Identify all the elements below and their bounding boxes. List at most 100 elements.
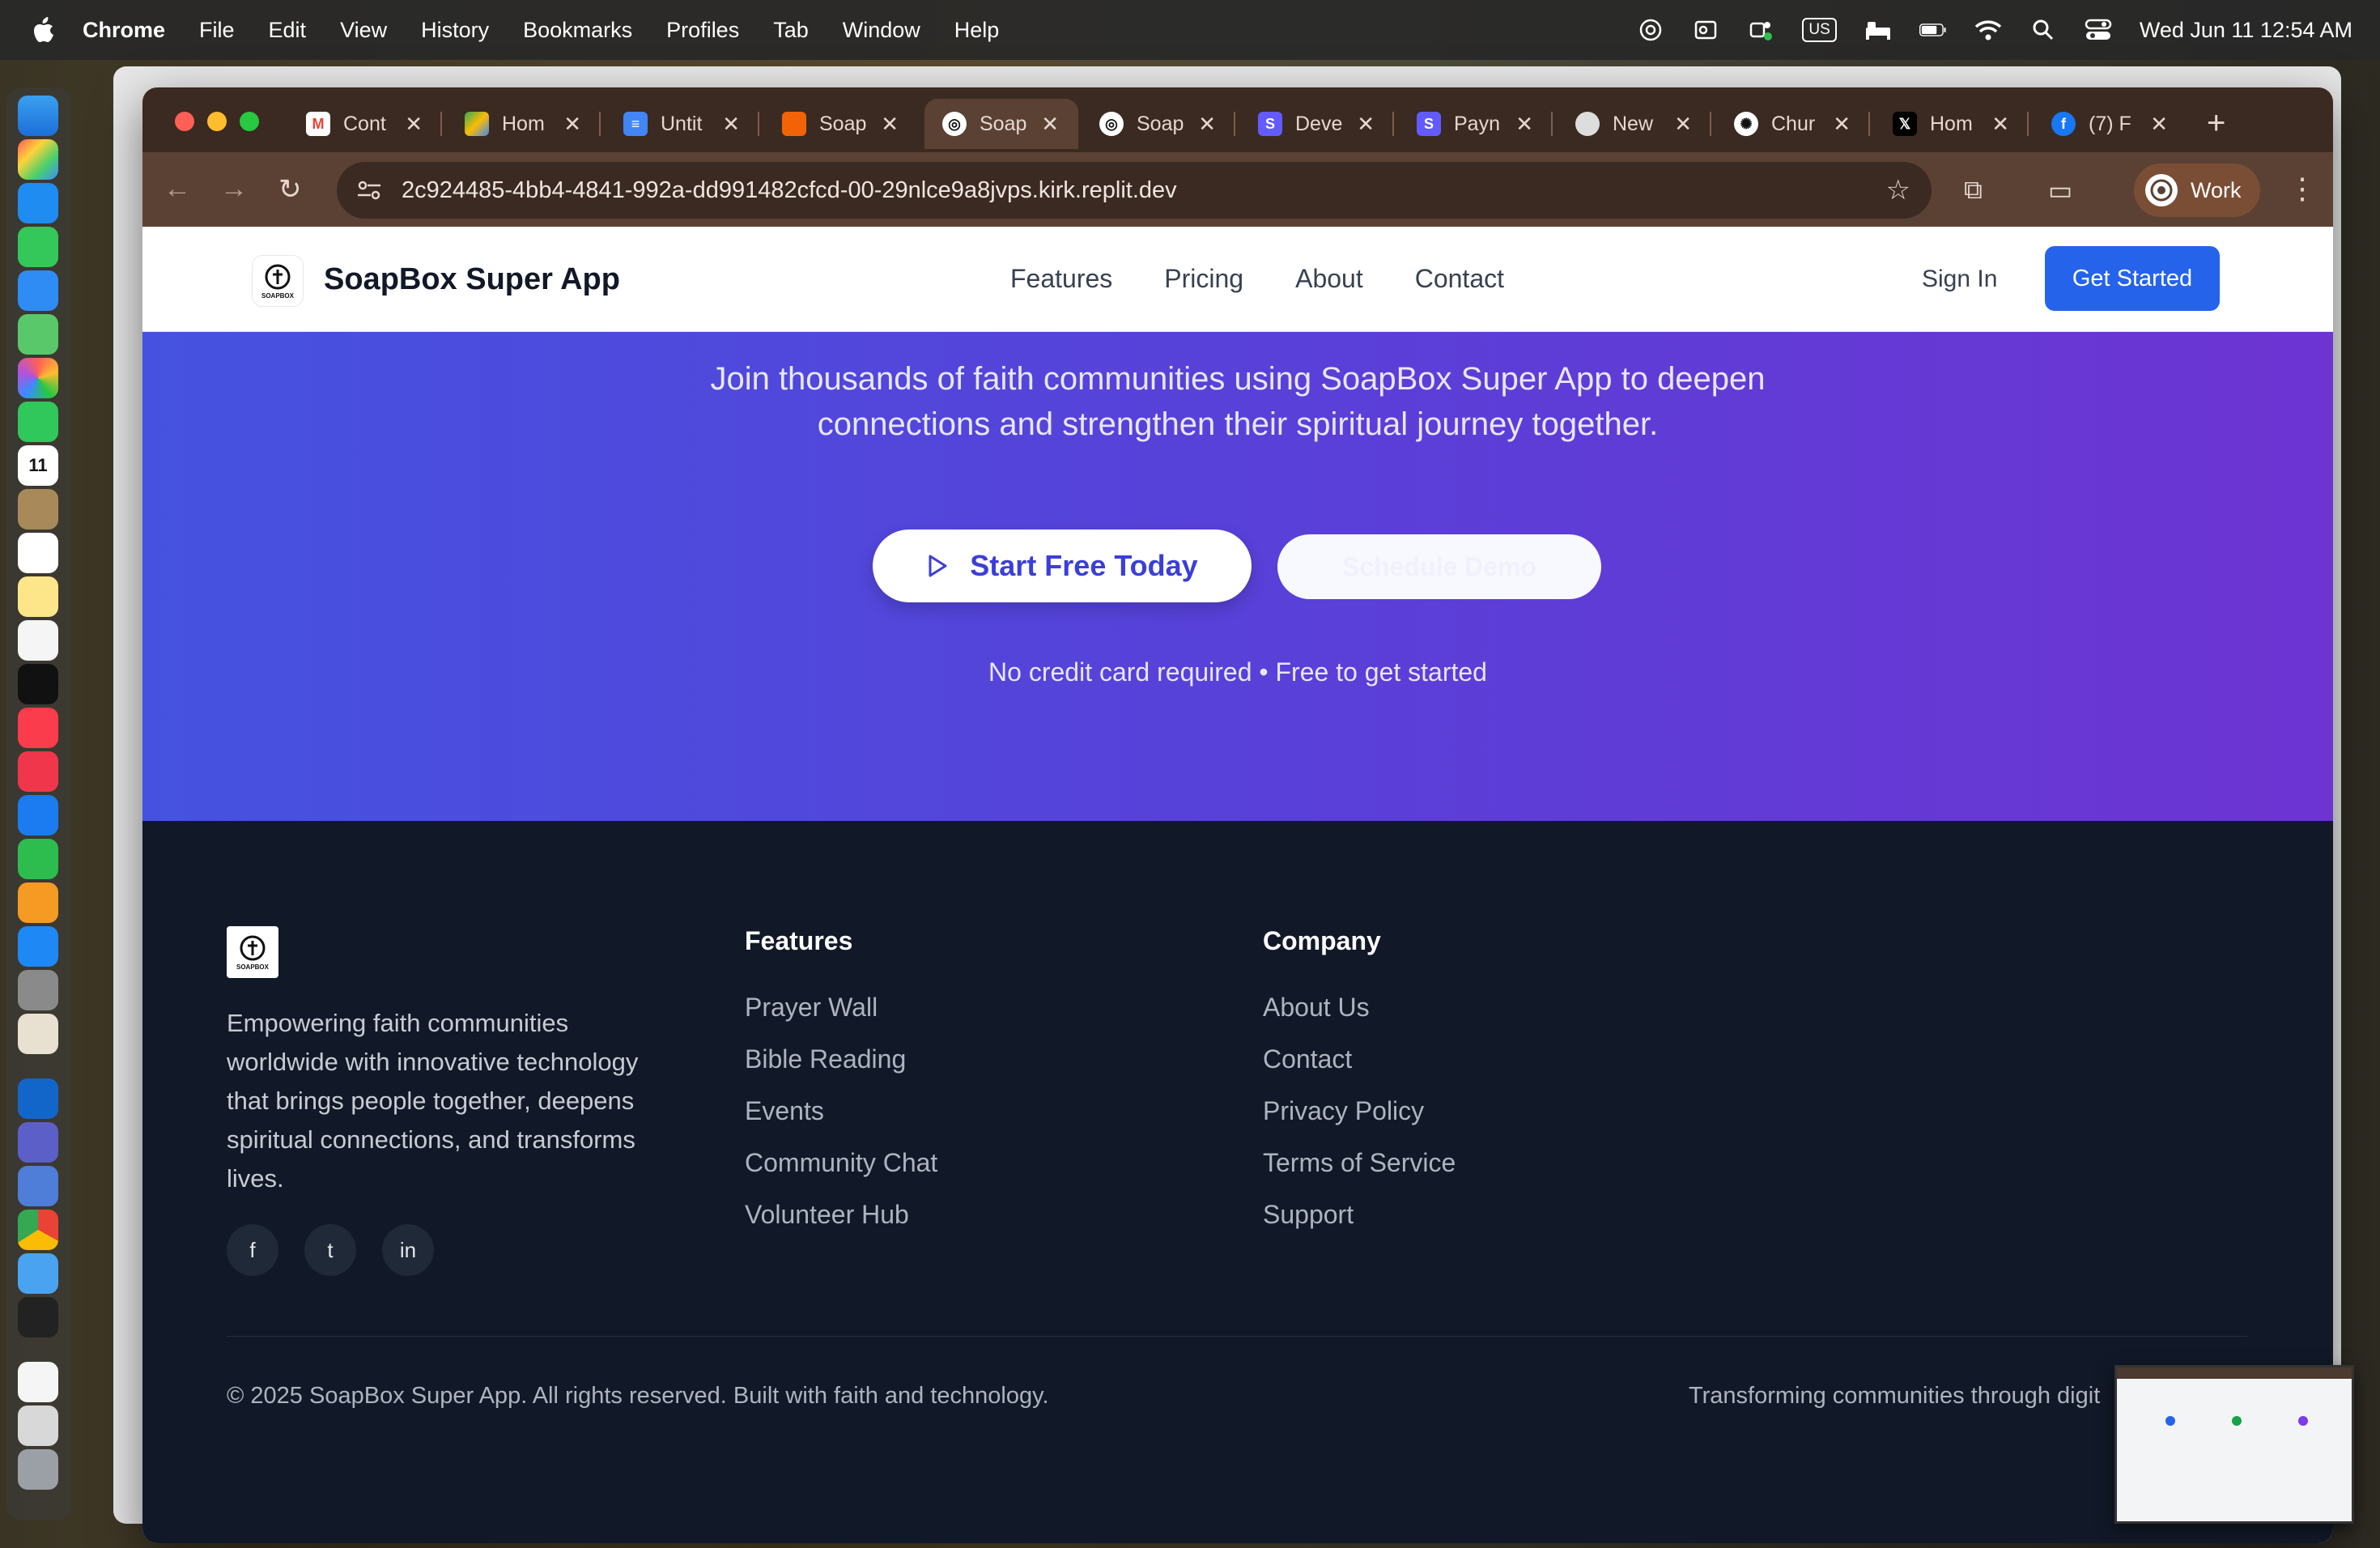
start-free-button[interactable]: Start Free Today <box>873 529 1252 602</box>
sign-in-link[interactable]: Sign In <box>1922 266 1997 293</box>
document-icon[interactable] <box>18 1362 58 1402</box>
nav-contact[interactable]: Contact <box>1415 264 1504 294</box>
nav-about[interactable]: About <box>1295 264 1363 294</box>
downloads-stack-icon[interactable] <box>18 1406 58 1446</box>
maps-icon[interactable] <box>18 314 58 355</box>
close-tab-icon[interactable]: ✕ <box>2150 112 2168 137</box>
close-window-icon[interactable] <box>175 112 194 131</box>
at-sign-status-icon[interactable] <box>1637 18 1664 42</box>
teams-icon[interactable] <box>18 1122 58 1163</box>
numbers-icon[interactable] <box>18 839 58 879</box>
menu-tab[interactable]: Tab <box>773 18 809 43</box>
get-started-button[interactable]: Get Started <box>2045 246 2220 311</box>
freeform-icon[interactable] <box>18 620 58 661</box>
tab-facebook[interactable]: f (7) F ✕ <box>2034 99 2187 149</box>
soapbox-logo[interactable]: SOAPBOX <box>253 256 303 306</box>
tab-stripe-payments[interactable]: S Payn ✕ <box>1399 99 1553 149</box>
cast-tab-icon[interactable]: ▭ <box>2048 175 2072 206</box>
trash-icon[interactable] <box>18 1449 58 1490</box>
footer-link-events[interactable]: Events <box>745 1096 824 1126</box>
terminal-icon[interactable] <box>18 1297 58 1337</box>
tab-replit[interactable]: Soap ✕ <box>764 99 918 149</box>
tab-stripe-dev[interactable]: S Deve ✕ <box>1240 99 1394 149</box>
pages-icon[interactable] <box>18 882 58 923</box>
menu-file[interactable]: File <box>199 18 235 43</box>
footer-link-about-us[interactable]: About Us <box>1263 993 1370 1023</box>
address-bar[interactable]: 2c924485-4bb4-4841-992a-dd991482cfcd-00-… <box>337 162 1932 219</box>
iphone-mirroring-icon[interactable] <box>18 1014 58 1054</box>
wifi-icon[interactable] <box>1974 18 2002 42</box>
footer-logo[interactable]: SOAPBOX <box>227 926 278 978</box>
menu-window[interactable]: Window <box>843 18 920 43</box>
bookmark-star-icon[interactable]: ☆ <box>1886 174 1910 206</box>
close-tab-icon[interactable]: ✕ <box>405 112 423 137</box>
remote-desktop-icon[interactable] <box>18 1166 58 1206</box>
close-tab-icon[interactable]: ✕ <box>881 112 899 137</box>
twitter-social-button[interactable]: t <box>304 1224 356 1276</box>
menu-app-name[interactable]: Chrome <box>83 18 165 43</box>
safari-icon[interactable] <box>18 183 58 223</box>
system-settings-icon[interactable] <box>18 970 58 1010</box>
zoom-window-icon[interactable] <box>240 112 259 131</box>
apple-menu-icon[interactable] <box>34 16 58 44</box>
close-tab-icon[interactable]: ✕ <box>722 112 740 137</box>
apple-tv-icon[interactable] <box>18 664 58 704</box>
preview-icon[interactable] <box>18 1253 58 1294</box>
chrome-menu-icon[interactable]: ⋮ <box>2288 172 2317 206</box>
music-icon[interactable] <box>18 708 58 748</box>
footer-link-prayer-wall[interactable]: Prayer Wall <box>745 993 878 1023</box>
notes-icon[interactable] <box>18 576 58 617</box>
news-icon[interactable] <box>18 751 58 792</box>
reload-icon[interactable]: ↻ <box>278 173 302 206</box>
new-tab-button[interactable]: + <box>2207 105 2225 142</box>
menu-bar-clock[interactable]: Wed Jun 11 12:54 AM <box>2140 18 2352 43</box>
footer-link-community-chat[interactable]: Community Chat <box>745 1148 937 1178</box>
close-tab-icon[interactable]: ✕ <box>1991 112 2009 137</box>
keynote-icon[interactable] <box>18 795 58 836</box>
battery-icon[interactable] <box>1919 18 1947 42</box>
menu-profiles[interactable]: Profiles <box>666 18 739 43</box>
finder-icon[interactable] <box>18 96 58 136</box>
tab-chatgpt[interactable]: ✺ Chur ✕ <box>1716 99 1870 149</box>
site-settings-icon[interactable] <box>356 178 382 202</box>
close-tab-icon[interactable]: ✕ <box>563 112 581 137</box>
brand-name[interactable]: SoapBox Super App <box>324 262 620 297</box>
outlook-icon[interactable] <box>18 1078 58 1119</box>
minimize-window-icon[interactable] <box>207 112 227 131</box>
mail-icon[interactable] <box>18 270 58 311</box>
calendar-icon[interactable]: 11 <box>18 445 58 486</box>
tab-soapbox-active[interactable]: ◎ Soap ✕ <box>924 99 1078 149</box>
close-tab-icon[interactable]: ✕ <box>1198 112 1216 137</box>
linkedin-social-button[interactable]: in <box>382 1224 434 1276</box>
close-tab-icon[interactable]: ✕ <box>1041 112 1059 137</box>
footer-link-bible-reading[interactable]: Bible Reading <box>745 1044 906 1074</box>
menu-bookmarks[interactable]: Bookmarks <box>523 18 632 43</box>
tab-new[interactable]: New ✕ <box>1558 99 1711 149</box>
footer-link-volunteer-hub[interactable]: Volunteer Hub <box>745 1200 909 1230</box>
footer-link-contact[interactable]: Contact <box>1263 1044 1352 1074</box>
tab-docs[interactable]: ≡ Untit ✕ <box>606 99 759 149</box>
menu-view[interactable]: View <box>340 18 387 43</box>
footer-link-support[interactable]: Support <box>1263 1200 1354 1230</box>
nav-pricing[interactable]: Pricing <box>1164 264 1243 294</box>
launchpad-icon[interactable] <box>18 139 58 180</box>
menu-help[interactable]: Help <box>954 18 1000 43</box>
tab-drive[interactable]: Hom ✕ <box>447 99 601 149</box>
bed-status-icon[interactable] <box>1864 18 1892 42</box>
messages-icon[interactable] <box>18 227 58 267</box>
outlook-status-icon[interactable] <box>1692 18 1719 42</box>
spotlight-search-icon[interactable] <box>2029 18 2057 42</box>
contacts-icon[interactable] <box>18 489 58 529</box>
nav-features[interactable]: Features <box>1010 264 1112 294</box>
footer-link-privacy-policy[interactable]: Privacy Policy <box>1263 1096 1424 1126</box>
close-tab-icon[interactable]: ✕ <box>1515 112 1533 137</box>
reminders-icon[interactable] <box>18 533 58 573</box>
extensions-puzzle-icon[interactable]: ⧉ <box>1964 175 1983 206</box>
teams-status-icon[interactable] <box>1747 18 1774 42</box>
facebook-social-button[interactable]: f <box>227 1224 278 1276</box>
profile-button[interactable]: Work <box>2134 164 2260 217</box>
schedule-demo-button[interactable]: Schedule Demo <box>1277 534 1601 599</box>
menu-edit[interactable]: Edit <box>269 18 307 43</box>
facetime-icon[interactable] <box>18 402 58 442</box>
tab-soapbox[interactable]: ◎ Soap ✕ <box>1082 99 1235 149</box>
